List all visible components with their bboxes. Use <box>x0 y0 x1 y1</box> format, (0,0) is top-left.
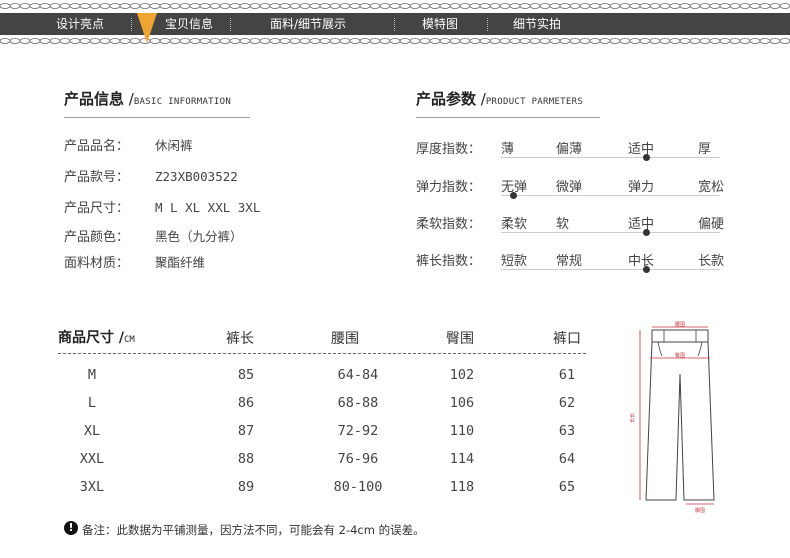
size-value-cell: 68-88 <box>337 395 379 411</box>
param-label: 柔软指数： <box>416 217 482 232</box>
size-value-cell: 110 <box>449 423 475 439</box>
product-info-title: 产品信息 <box>64 90 125 108</box>
info-row-material: 面料材质： 聚酯纤维 <box>64 255 206 271</box>
param-scale-track <box>501 269 720 270</box>
tab-product-info[interactable]: 宝贝信息 <box>165 13 213 35</box>
param-scale-track <box>501 195 720 196</box>
info-row-style-number: 产品款号： Z23XB003522 <box>64 169 238 185</box>
param-row: 弹力指数： 无弹 微弹 弹力 宽松 <box>416 176 724 206</box>
param-scale-track <box>501 232 720 233</box>
param-scale-marker <box>510 192 517 199</box>
param-option: 柔软 <box>501 217 528 232</box>
size-value-cell: 87 <box>237 423 255 439</box>
size-table-divider <box>58 353 586 354</box>
tab-separator <box>230 18 231 31</box>
tab-detail-photos[interactable]: 细节实拍 <box>513 13 561 35</box>
pants-measurement-diagram: 腰围 臀围 长长 脚围 <box>630 322 715 514</box>
diagram-label-waist: 腰围 <box>675 322 685 328</box>
param-option: 适中 <box>628 217 655 232</box>
param-option: 偏硬 <box>698 217 725 232</box>
param-option: 软 <box>556 217 570 232</box>
size-value-cell: 86 <box>237 395 255 411</box>
product-params-heading: 产品参数 /PRODUCT PARMETERS <box>416 90 584 108</box>
param-option: 适中 <box>628 142 655 157</box>
size-value-cell: 65 <box>558 479 576 495</box>
param-option: 弹力 <box>628 180 655 195</box>
param-option: 长款 <box>698 254 725 269</box>
info-row-sizes: 产品尺寸： M L XL XXL 3XL <box>64 200 261 216</box>
size-value-cell: 61 <box>558 367 576 383</box>
tab-design-highlights[interactable]: 设计亮点 <box>56 13 104 35</box>
size-cell: M <box>87 367 97 383</box>
size-value-cell: 118 <box>449 479 475 495</box>
size-value-cell: 106 <box>449 395 475 411</box>
product-params-subtitle: PRODUCT PARMETERS <box>485 97 584 107</box>
size-value-cell: 64 <box>558 451 576 467</box>
param-option: 薄 <box>501 142 515 157</box>
size-value-cell: 88 <box>237 451 255 467</box>
product-info-underline <box>64 117 250 118</box>
param-label: 裤长指数： <box>416 254 482 269</box>
product-params-title: 产品参数 <box>416 90 477 108</box>
size-value-cell: 85 <box>237 367 255 383</box>
size-value-cell: 63 <box>558 423 576 439</box>
param-label: 厚度指数： <box>416 142 482 157</box>
param-option: 常规 <box>556 254 583 269</box>
navigation-bar: 设计亮点 宝贝信息 面料/细节展示 模特图 细节实拍 <box>0 13 790 35</box>
param-scale-marker <box>643 154 650 161</box>
size-value-cell: 89 <box>237 479 255 495</box>
diagram-label-hip: 臀围 <box>675 353 685 359</box>
param-option: 中长 <box>628 254 655 269</box>
param-row: 厚度指数： 薄 偏薄 适中 厚 <box>416 138 720 168</box>
size-table-title: 商品尺寸 /CM <box>58 330 135 346</box>
param-row: 柔软指数： 柔软 软 适中 偏硬 <box>416 213 724 243</box>
product-params-underline <box>416 117 600 118</box>
size-header-hem: 裤口 <box>553 331 581 347</box>
info-row-name: 产品品名： 休闲裤 <box>64 138 193 154</box>
size-value-cell: 62 <box>558 395 576 411</box>
product-info-subtitle: BASIC INFORMATION <box>133 97 232 107</box>
product-info-heading: 产品信息 /BASIC INFORMATION <box>64 90 232 108</box>
diagram-label-length: 长长 <box>630 413 636 423</box>
top-chain-border <box>0 2 790 10</box>
size-header-length: 裤长 <box>226 331 254 347</box>
size-value-cell: 72-92 <box>337 423 379 439</box>
size-value-cell: 80-100 <box>333 479 383 495</box>
size-value-cell: 102 <box>449 367 475 383</box>
param-option: 微弹 <box>556 180 583 195</box>
size-cell: 3XL <box>79 479 105 495</box>
param-label: 弹力指数： <box>416 180 482 195</box>
param-scale-marker <box>643 266 650 273</box>
tab-fabric-details[interactable]: 面料/细节展示 <box>270 13 346 35</box>
param-option: 短款 <box>501 254 528 269</box>
diagram-label-hem: 脚围 <box>695 507 705 514</box>
param-option: 偏薄 <box>556 142 583 157</box>
param-scale-marker <box>643 229 650 236</box>
size-header-waist: 腰围 <box>331 331 359 347</box>
info-row-color: 产品颜色： 黑色（九分裤） <box>64 229 243 245</box>
tab-separator <box>487 18 488 31</box>
param-scale-track <box>501 157 720 158</box>
param-option: 厚 <box>698 142 712 157</box>
size-value-cell: 114 <box>449 451 475 467</box>
tab-separator <box>131 18 132 31</box>
size-value-cell: 64-84 <box>337 367 379 383</box>
param-option: 宽松 <box>698 180 725 195</box>
bottom-chain-border <box>0 37 790 45</box>
size-header-hip: 臀围 <box>446 331 474 347</box>
measurement-note: 备注：此数据为平铺测量，因方法不同，可能会有 2-4cm 的误差。 <box>82 523 425 537</box>
size-cell: XL <box>83 423 101 439</box>
size-value-cell: 76-96 <box>337 451 379 467</box>
size-cell: XXL <box>79 451 105 467</box>
size-cell: L <box>87 395 97 411</box>
tab-separator <box>394 18 395 31</box>
tab-model-photos[interactable]: 模特图 <box>422 13 458 35</box>
exclamation-icon: ! <box>64 521 78 535</box>
active-tab-indicator <box>137 13 157 43</box>
param-row: 裤长指数： 短款 常规 中长 长款 <box>416 250 724 280</box>
